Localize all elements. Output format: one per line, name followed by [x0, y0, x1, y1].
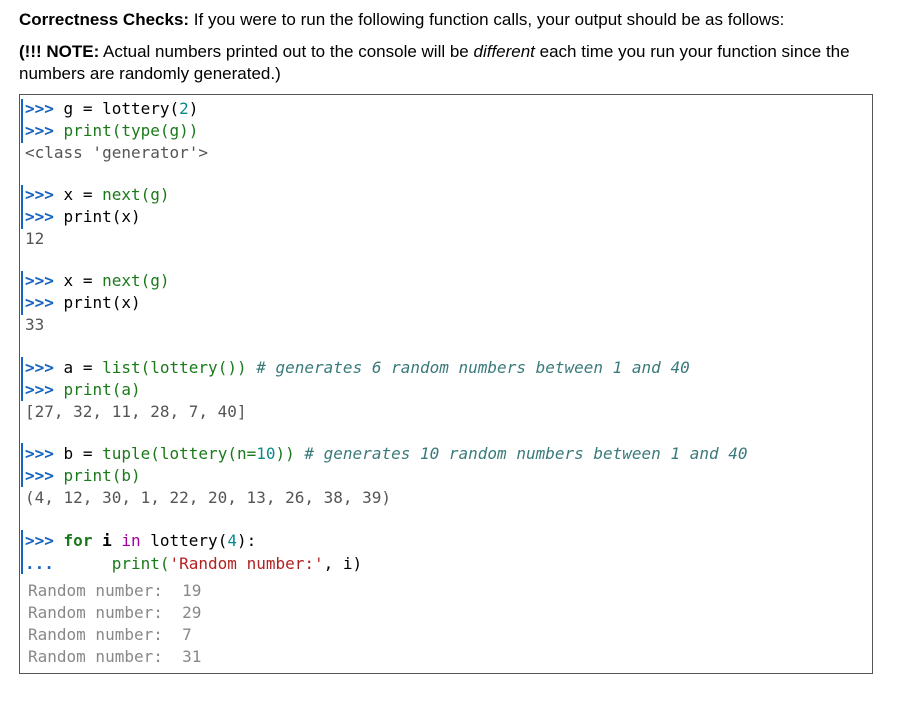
code-line: >>> print(x) — [25, 293, 141, 312]
code-block: >>> g = lottery(2) >>> print(type(g)) <c… — [25, 0, 748, 726]
note-paragraph: (!!! NOTE: Actual numbers printed out to… — [19, 41, 867, 85]
code-line: >>> for i in lottery(4): — [25, 531, 257, 550]
output-line: 12 — [25, 229, 45, 248]
heading-text: If you were to run the following functio… — [189, 10, 785, 29]
note-emphasis: different — [473, 42, 535, 61]
prompt-bar — [21, 271, 23, 315]
code-line: >>> b = tuple(lottery(n=10)) # generates… — [25, 444, 748, 463]
prompt-bar — [21, 185, 23, 229]
heading: Correctness Checks: If you were to run t… — [19, 9, 784, 30]
prompt-bar — [21, 530, 23, 574]
prompt-bar — [21, 443, 23, 487]
code-line: >>> x = next(g) — [25, 185, 170, 204]
prompt-bar — [21, 357, 23, 401]
output-line: Random number: 29 — [28, 603, 202, 622]
code-line: >>> g = lottery(2) — [25, 99, 199, 118]
output-line: 33 — [25, 315, 45, 334]
code-line: >>> a = list(lottery()) # generates 6 ra… — [25, 358, 690, 377]
code-line: >>> print(x) — [25, 207, 141, 226]
code-comment: # generates 10 random numbers between 1 … — [304, 444, 748, 463]
code-line: >>> print(a) — [25, 380, 141, 399]
output-line: Random number: 31 — [28, 647, 202, 666]
code-line: >>> print(type(g)) — [25, 121, 199, 140]
output-line: (4, 12, 30, 1, 22, 20, 13, 26, 38, 39) — [25, 488, 392, 507]
code-comment: # generates 6 random numbers between 1 a… — [256, 358, 690, 377]
note-text-1: Actual numbers printed out to the consol… — [99, 42, 474, 61]
code-line: ... print('Random number:', i) — [25, 554, 363, 573]
output-line: <class 'generator'> — [25, 143, 209, 162]
output-line: Random number: 7 — [28, 625, 192, 644]
code-line: >>> x = next(g) — [25, 271, 170, 290]
output-line: [27, 32, 11, 28, 7, 40] — [25, 402, 247, 421]
heading-label: Correctness Checks: — [19, 10, 190, 29]
code-line: >>> print(b) — [25, 466, 141, 485]
prompt-bar — [21, 99, 23, 143]
output-line: Random number: 19 — [28, 581, 202, 600]
